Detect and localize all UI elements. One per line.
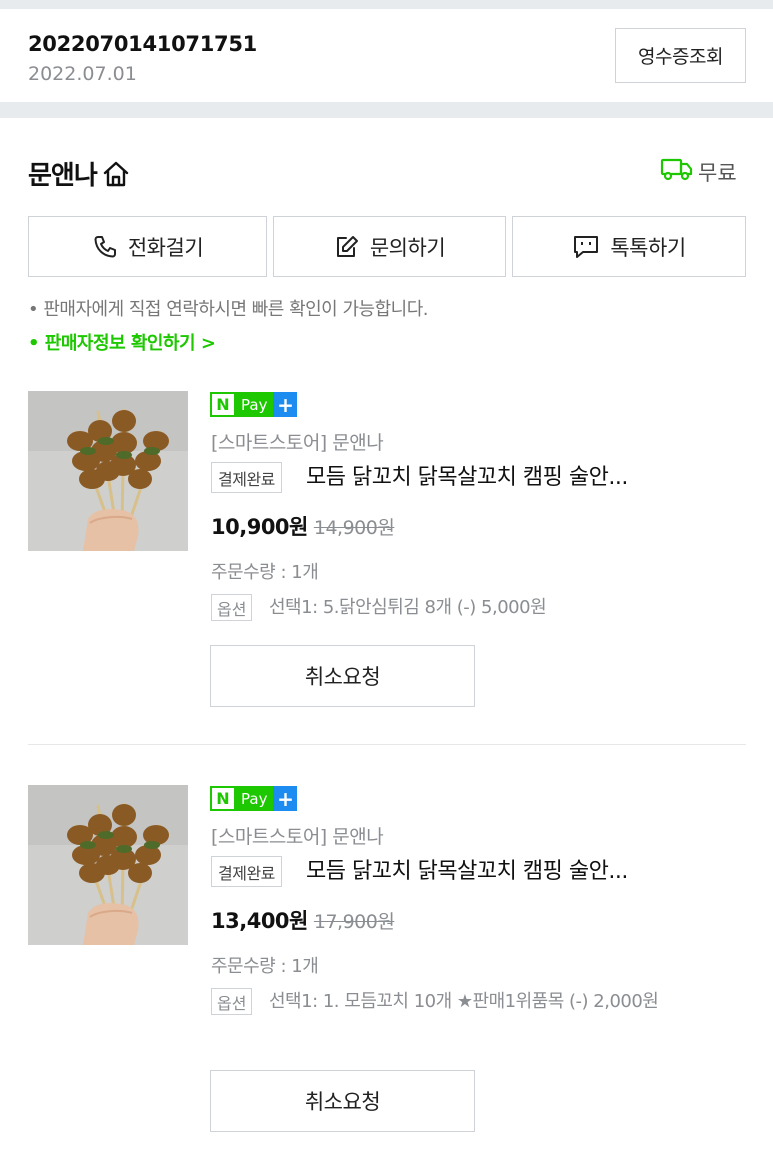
payment-status-badge: 결제완료 bbox=[211, 462, 282, 493]
plus-icon: + bbox=[273, 392, 298, 417]
option-text: 선택1: 5.닭안심튀김 8개 (-) 5,000원 bbox=[269, 597, 547, 618]
price-row: 13,400원 17,900원 bbox=[211, 905, 395, 935]
talktalk-button[interactable]: 톡톡하기 bbox=[512, 216, 746, 277]
talktalk-label: 톡톡하기 bbox=[610, 235, 686, 260]
plus-icon: + bbox=[273, 786, 298, 811]
npay-n-mark: N bbox=[210, 392, 236, 417]
edit-icon bbox=[334, 234, 360, 260]
truck-icon bbox=[660, 156, 694, 187]
product-name[interactable]: 모듬 닭꼬치 닭목살꼬치 캠핑 술안... bbox=[306, 856, 746, 887]
sale-price: 10,900원 bbox=[211, 515, 308, 539]
inquiry-label: 문의하기 bbox=[369, 235, 446, 260]
phone-icon bbox=[92, 234, 118, 260]
receipt-button[interactable]: 영수증조회 bbox=[615, 28, 746, 83]
store-home-icon bbox=[101, 159, 131, 189]
store-header[interactable]: 문앤나 bbox=[28, 155, 131, 192]
store-name: 문앤나 bbox=[28, 161, 98, 191]
item-store-name[interactable]: [스마트스토어] 문앤나 bbox=[211, 428, 384, 455]
cancel-request-button[interactable]: 취소요청 bbox=[210, 645, 475, 707]
product-name[interactable]: 모듬 닭꼬치 닭목살꼬치 캠핑 술안... bbox=[306, 462, 746, 493]
npay-n-mark: N bbox=[210, 786, 236, 811]
inquiry-button[interactable]: 문의하기 bbox=[273, 216, 506, 277]
npay-pay-label: Pay bbox=[236, 392, 274, 417]
sale-price: 13,400원 bbox=[211, 909, 308, 933]
product-thumbnail[interactable] bbox=[28, 391, 188, 551]
product-thumbnail[interactable] bbox=[28, 785, 188, 945]
npay-plus-badge: N Pay + bbox=[210, 392, 298, 417]
order-date: 2022.07.01 bbox=[28, 63, 137, 85]
call-button[interactable]: 전화걸기 bbox=[28, 216, 267, 277]
section-separator bbox=[0, 102, 773, 118]
price-row: 10,900원 14,900원 bbox=[211, 511, 395, 541]
seller-info-link[interactable]: • 판매자정보 확인하기 > bbox=[28, 329, 216, 355]
shipping-fee: 무료 bbox=[698, 160, 737, 185]
item-divider bbox=[28, 744, 746, 745]
option-text: 선택1: 1. 모듬꼬치 10개 ★판매1위품목 (-) 2,000원 bbox=[269, 991, 659, 1012]
top-separator bbox=[0, 0, 773, 9]
shipping-info: 무료 bbox=[660, 156, 737, 187]
original-price: 17,900원 bbox=[313, 911, 395, 933]
chat-bubble-icon bbox=[572, 234, 600, 260]
npay-pay-label: Pay bbox=[236, 786, 274, 811]
original-price: 14,900원 bbox=[313, 517, 395, 539]
option-badge: 옵션 bbox=[211, 594, 253, 621]
npay-plus-badge: N Pay + bbox=[210, 786, 298, 811]
payment-status-badge: 결제완료 bbox=[211, 856, 282, 887]
contact-notice: • 판매자에게 직접 연락하시면 빠른 확인이 가능합니다. bbox=[28, 299, 429, 320]
order-quantity: 주문수량 : 1개 bbox=[211, 956, 319, 977]
order-quantity: 주문수량 : 1개 bbox=[211, 562, 319, 583]
call-label: 전화걸기 bbox=[127, 235, 204, 260]
order-number: 2022070141071751 bbox=[28, 32, 257, 56]
cancel-request-button[interactable]: 취소요청 bbox=[210, 1070, 475, 1132]
item-store-name[interactable]: [스마트스토어] 문앤나 bbox=[211, 822, 384, 849]
